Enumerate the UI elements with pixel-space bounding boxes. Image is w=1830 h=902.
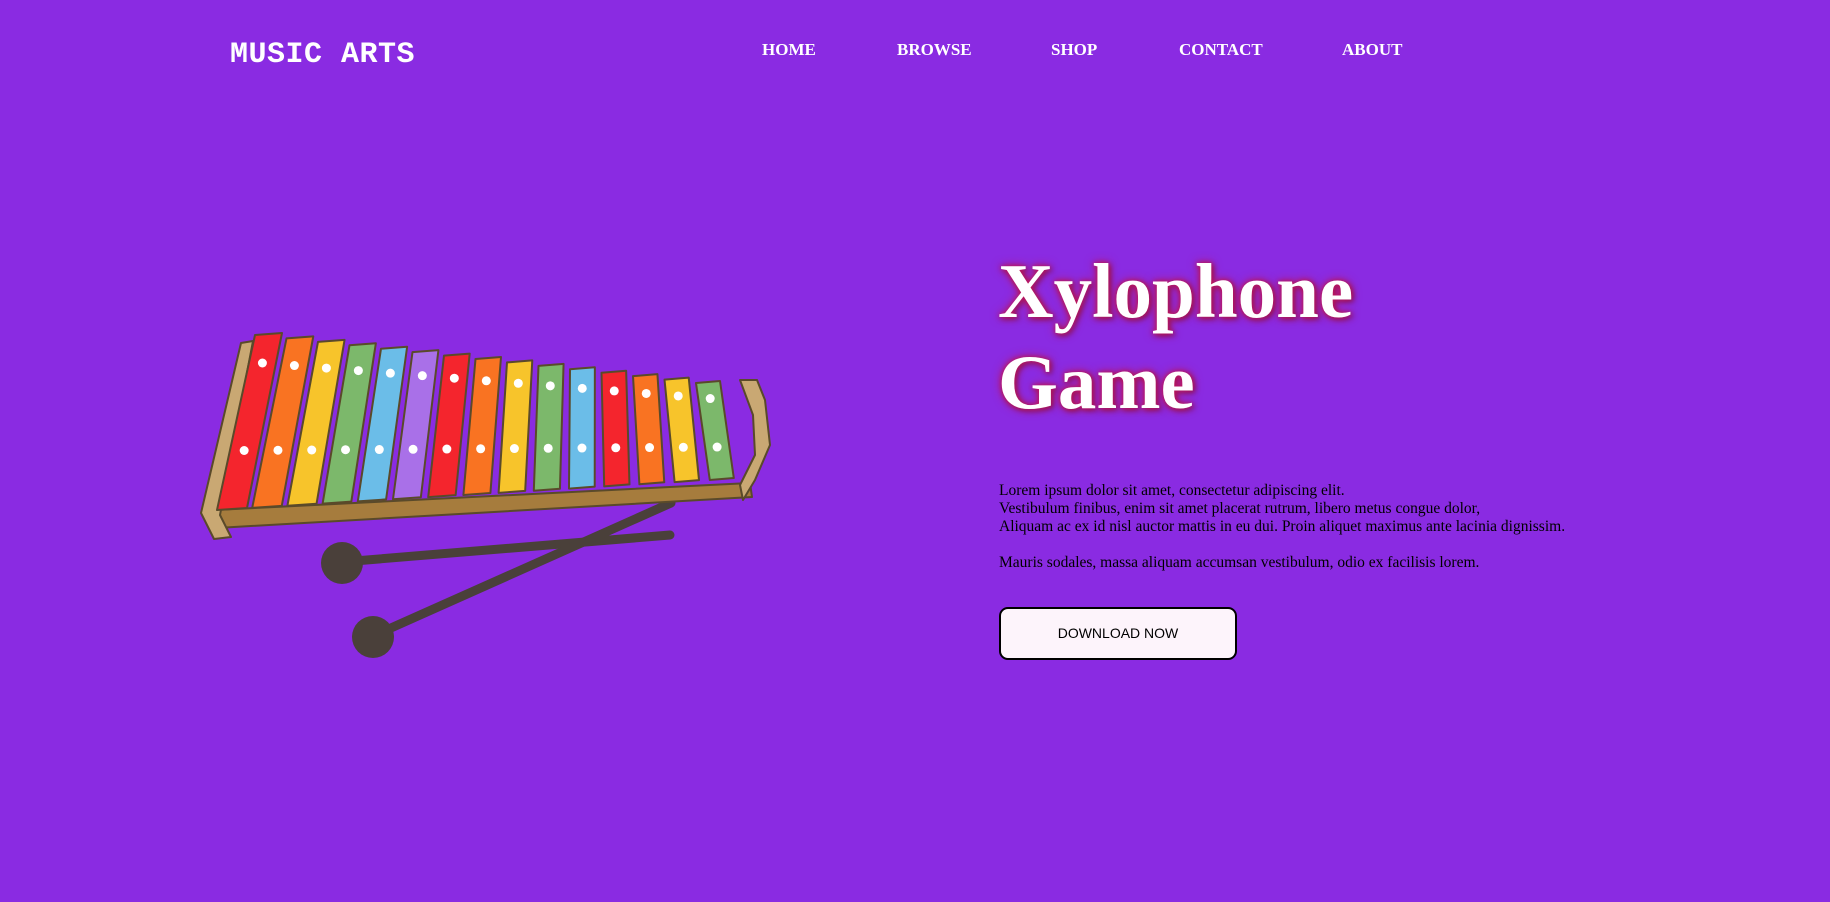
bar-dot — [543, 443, 553, 453]
xylophone-bar — [695, 380, 735, 481]
xylophone-with-mallets-icon — [200, 332, 771, 658]
nav-shop-link[interactable]: SHOP — [1051, 40, 1097, 60]
bar-dot — [545, 381, 555, 391]
bar-dot — [577, 383, 587, 393]
bar-dot — [417, 371, 427, 381]
bar-dot — [374, 445, 384, 455]
mallet-head-1 — [321, 542, 363, 584]
hero-title: Xylophone Game — [998, 246, 1518, 428]
bar-dot — [257, 358, 267, 368]
nav-contact-link[interactable]: CONTACT — [1179, 40, 1263, 60]
bar-dot — [509, 444, 519, 454]
xylophone-bars — [216, 332, 735, 511]
bar-dot — [513, 378, 523, 388]
bar-dot — [481, 376, 491, 386]
bar-dot — [476, 444, 486, 454]
bar-dot — [307, 445, 317, 455]
mallet-head-2 — [352, 616, 394, 658]
hero-title-line2: Game — [998, 339, 1195, 425]
bar-dot — [678, 442, 688, 452]
bar-dot — [449, 373, 459, 383]
bar-dot — [705, 394, 715, 404]
mallet-sticks — [321, 498, 676, 658]
mallet-stick-2 — [368, 498, 676, 641]
bar-dot — [442, 444, 452, 454]
bar-dot — [673, 391, 683, 401]
bar-dot — [577, 443, 587, 453]
main-nav: HOME BROWSE SHOP CONTACT ABOUT — [0, 40, 1830, 60]
nav-about-link[interactable]: ABOUT — [1342, 40, 1402, 60]
bar-dot — [239, 446, 249, 455]
mallet-stick-1 — [337, 530, 675, 567]
nav-home-link[interactable]: HOME — [762, 40, 816, 60]
description-line-1: Lorem ipsum dolor sit amet, consectetur … — [999, 482, 1345, 499]
hero-title-line1: Xylophone — [998, 248, 1354, 334]
xylophone-bar — [462, 356, 502, 496]
bar-dot — [385, 368, 395, 378]
description-line-2: Vestibulum finibus, enim sit amet placer… — [999, 500, 1481, 517]
bar-dot — [609, 386, 619, 396]
description-line-3: Aliquam ac ex id nisl auctor mattis in e… — [999, 518, 1566, 535]
bar-dot — [645, 443, 655, 453]
xylophone-illustration — [195, 325, 795, 670]
nav-browse-link[interactable]: BROWSE — [897, 40, 972, 60]
bar-dot — [289, 361, 299, 371]
bar-dot — [408, 444, 418, 454]
hero-description: Lorem ipsum dolor sit amet, consectetur … — [999, 482, 1639, 572]
bar-dot — [273, 445, 283, 455]
bar-dot — [341, 445, 351, 455]
bar-dot — [712, 442, 722, 452]
bar-dot — [321, 363, 331, 373]
bar-dot — [641, 388, 651, 398]
xylophone-right-rail — [739, 379, 771, 501]
description-paragraph-2: Mauris sodales, massa aliquam accumsan v… — [999, 554, 1480, 571]
bar-dot — [611, 443, 621, 453]
bar-dot — [353, 366, 363, 376]
download-now-button[interactable]: DOWNLOAD NOW — [999, 607, 1237, 660]
